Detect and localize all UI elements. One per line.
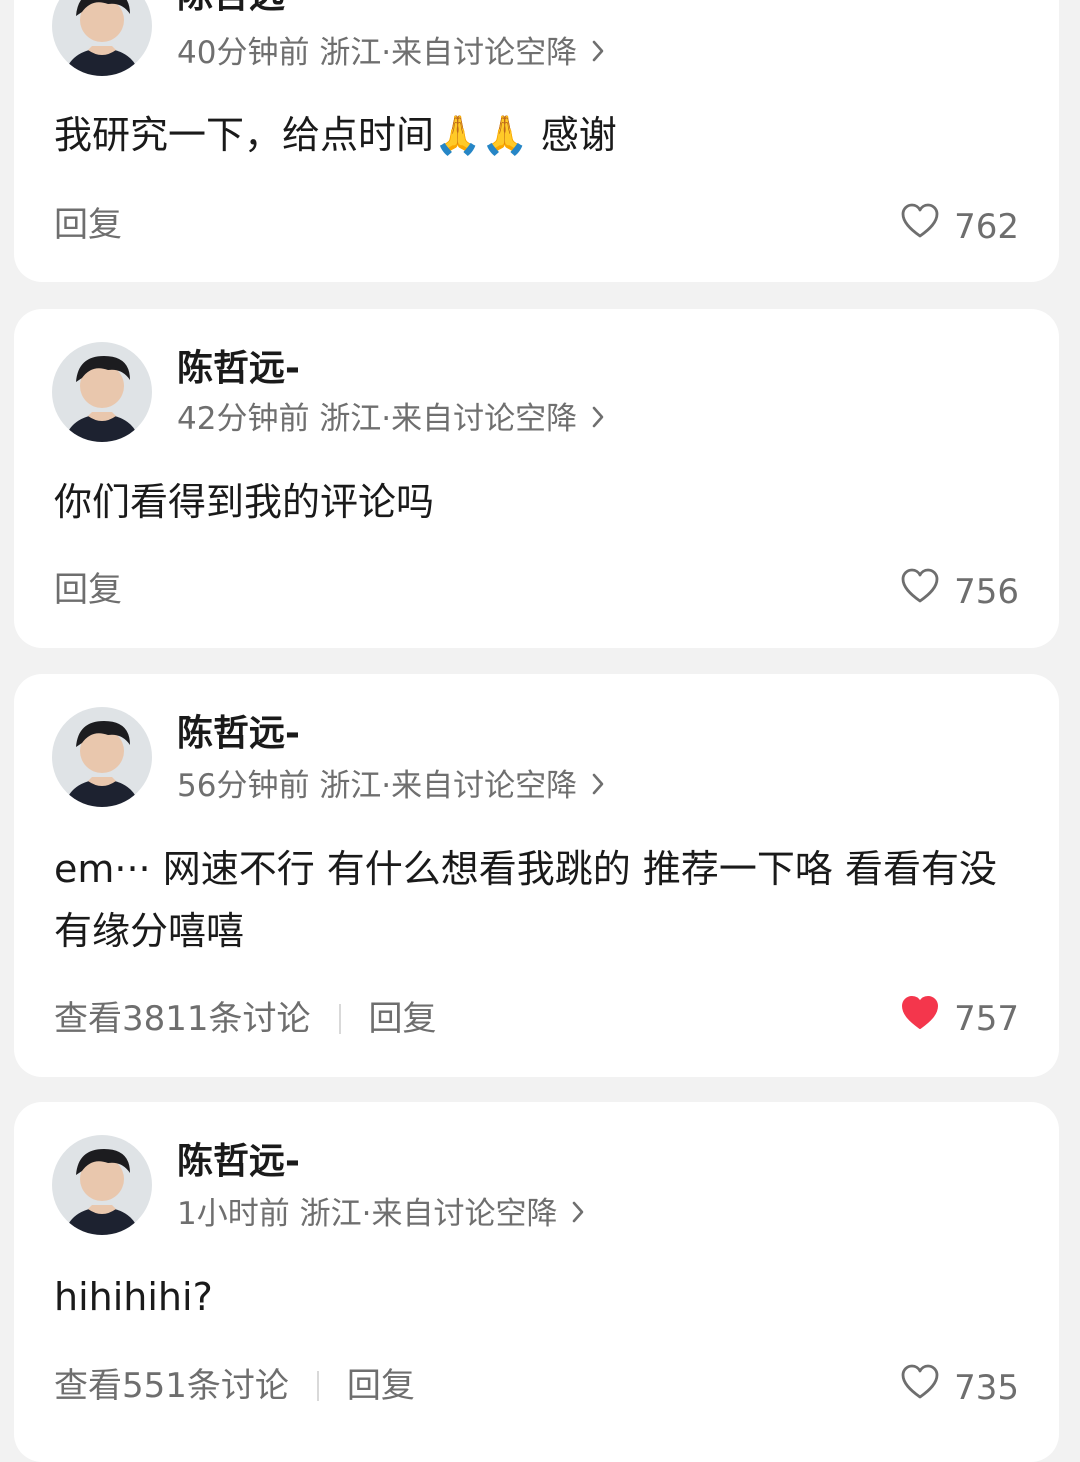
- like-button[interactable]: 757: [900, 995, 1019, 1042]
- chevron-right-icon: [591, 766, 605, 806]
- comment-actions: 回复: [54, 568, 122, 612]
- heart-outline-icon: [900, 568, 954, 615]
- comment-text: em··· 网速不行 有什么想看我跳的 推荐一下咯 看看有没有缘分嘻嘻: [54, 847, 997, 953]
- comment-meta[interactable]: 40分钟前 浙江·来自讨论空降: [177, 33, 605, 73]
- comment-time: 42分钟前: [177, 401, 310, 437]
- avatar[interactable]: [52, 1135, 152, 1235]
- reply-button[interactable]: 回复: [369, 997, 437, 1041]
- comment-location: 浙江·来自讨论空降: [319, 35, 578, 71]
- comment-card: 陈哲远- 56分钟前 浙江·来自讨论空降 em··· 网速不行 有什么想看我跳的…: [14, 674, 1059, 1077]
- comment-card: 陈哲远- 40分钟前 浙江·来自讨论空降 我研究一下，给点时间🙏🙏 感谢 回复 …: [14, 0, 1059, 282]
- heart-filled-icon: [900, 995, 954, 1042]
- like-count: 756: [954, 571, 1019, 612]
- comment-card: 陈哲远- 1小时前 浙江·来自讨论空降 hihihihi? 查看551条讨论 回…: [14, 1102, 1059, 1462]
- comment-meta[interactable]: 1小时前 浙江·来自讨论空降: [177, 1194, 585, 1234]
- like-button[interactable]: 735: [900, 1364, 1019, 1411]
- reply-button[interactable]: 回复: [54, 203, 122, 247]
- like-count: 757: [954, 998, 1019, 1039]
- avatar[interactable]: [52, 342, 152, 442]
- comment-actions: 查看551条讨论 回复: [54, 1364, 415, 1408]
- like-button[interactable]: 756: [900, 568, 1019, 615]
- comment-actions: 查看3811条讨论 回复: [54, 997, 437, 1041]
- comment-card: 陈哲远- 42分钟前 浙江·来自讨论空降 你们看得到我的评论吗 回复 756: [14, 309, 1059, 648]
- comment-meta[interactable]: 42分钟前 浙江·来自讨论空降: [177, 399, 605, 439]
- chevron-right-icon: [591, 399, 605, 439]
- comment-text: 你们看得到我的评论吗: [54, 480, 435, 524]
- like-button[interactable]: 762: [900, 203, 1019, 250]
- heart-outline-icon: [900, 203, 954, 250]
- username[interactable]: 陈哲远-: [177, 347, 300, 391]
- username[interactable]: 陈哲远-: [177, 712, 300, 756]
- comment-text: hihihihi?: [54, 1275, 213, 1319]
- comment-location: 浙江·来自讨论空降: [319, 401, 578, 437]
- comment-actions: 回复: [54, 203, 122, 247]
- reply-button[interactable]: 回复: [347, 1364, 415, 1408]
- like-count: 735: [954, 1367, 1019, 1408]
- heart-outline-icon: [900, 1364, 954, 1411]
- reply-button[interactable]: 回复: [54, 568, 122, 612]
- comment-time: 56分钟前: [177, 768, 310, 804]
- username[interactable]: 陈哲远-: [177, 1140, 300, 1184]
- comment-meta[interactable]: 56分钟前 浙江·来自讨论空降: [177, 766, 605, 806]
- divider: [316, 1371, 319, 1401]
- avatar[interactable]: [52, 707, 152, 807]
- comment-text: 我研究一下，给点时间🙏🙏 感谢: [54, 113, 617, 157]
- username[interactable]: 陈哲远-: [177, 0, 300, 18]
- avatar[interactable]: [52, 0, 152, 76]
- chevron-right-icon: [571, 1194, 585, 1234]
- chevron-right-icon: [591, 33, 605, 73]
- view-discussion-link[interactable]: 查看3811条讨论: [54, 997, 311, 1041]
- divider: [338, 1004, 341, 1034]
- comment-time: 1小时前: [177, 1196, 290, 1232]
- like-count: 762: [954, 206, 1019, 247]
- comment-time: 40分钟前: [177, 35, 310, 71]
- comment-location: 浙江·来自讨论空降: [319, 768, 578, 804]
- comment-location: 浙江·来自讨论空降: [299, 1196, 558, 1232]
- view-discussion-link[interactable]: 查看551条讨论: [54, 1364, 289, 1408]
